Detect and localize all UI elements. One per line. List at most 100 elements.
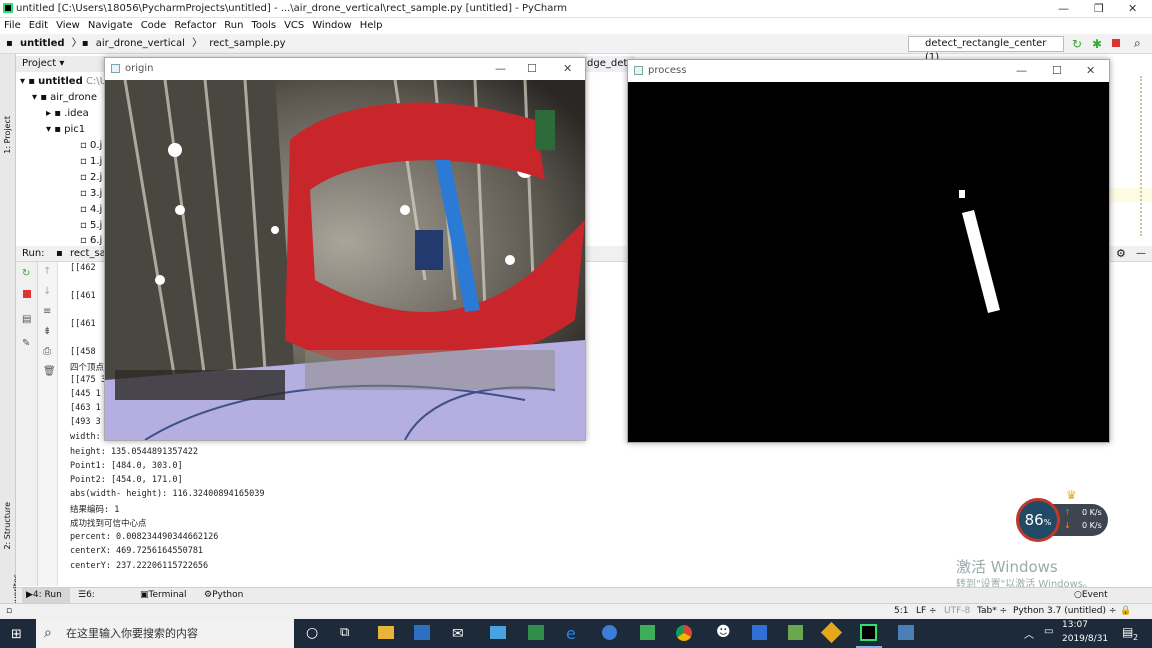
tree-item[interactable]: ▫ 5.j — [80, 220, 102, 231]
origin-window[interactable]: origin — ☐ ✕ — [104, 57, 586, 441]
layout-icon[interactable]: ▤ — [22, 314, 31, 325]
maximize-icon[interactable]: ☐ — [527, 58, 537, 80]
mail-icon[interactable]: ✉ — [452, 626, 464, 642]
event-log-button[interactable]: ○ Event Log — [1074, 588, 1108, 615]
opencv-icon — [111, 64, 120, 73]
menu-window[interactable]: Window — [308, 18, 355, 34]
lock-icon[interactable]: 🔒 — [1120, 604, 1131, 619]
scroll-end-icon[interactable]: ⇟ — [43, 326, 51, 337]
indent-setting[interactable]: Tab* ÷ — [977, 604, 1007, 619]
rerun-icon[interactable]: ↻ — [22, 268, 30, 279]
maximize-icon[interactable]: ☐ — [1052, 60, 1062, 82]
taskbar-search-input[interactable]: ⌕ 在这里输入你要搜索的内容 — [36, 619, 294, 648]
maximize-icon[interactable]: ❐ — [1094, 2, 1104, 15]
console-line: [[475 3 — [70, 375, 106, 385]
menu-run[interactable]: Run — [220, 18, 247, 34]
breadcrumb-folder[interactable]: air_drone_vertical — [96, 34, 185, 54]
status-bar: ▫ 5:1 LF ÷ UTF-8 Tab* ÷ Python 3.7 (unti… — [0, 603, 1152, 619]
app-icon[interactable] — [752, 625, 767, 640]
file-explorer-icon[interactable] — [378, 626, 394, 639]
tab-project[interactable]: 1: Project — [3, 116, 12, 154]
breadcrumb-project[interactable]: untitled — [20, 34, 65, 54]
tab-run[interactable]: ▶ 4: Run — [22, 588, 70, 603]
cortana-icon[interactable]: ○ — [306, 625, 318, 641]
project-header[interactable]: Project ▾ — [16, 56, 106, 72]
notification-icon[interactable]: ▤ — [1122, 625, 1133, 639]
wrap-icon[interactable]: ≡ — [43, 306, 51, 317]
rerun-icon[interactable]: ↻ — [1072, 37, 1082, 51]
chevron-up-icon[interactable]: ︿ — [1024, 626, 1034, 641]
file-encoding[interactable]: UTF-8 — [944, 604, 970, 619]
stop-icon[interactable] — [1112, 39, 1120, 47]
stop-icon[interactable] — [23, 290, 31, 298]
minimize-icon[interactable]: — — [495, 58, 506, 80]
tab-terminal[interactable]: ▣ Terminal — [140, 588, 187, 603]
close-icon[interactable]: ✕ — [1086, 60, 1095, 82]
tree-item[interactable]: ▫ 3.j — [80, 188, 102, 199]
menu-code[interactable]: Code — [137, 18, 171, 34]
app-icon[interactable] — [528, 625, 544, 640]
tab-run-label: 4: Run — [32, 590, 62, 600]
chrome-icon[interactable] — [676, 625, 692, 641]
app-icon[interactable] — [788, 625, 803, 640]
app-icon[interactable] — [490, 626, 506, 639]
clock-date[interactable]: 2019/8/31 — [1062, 634, 1108, 644]
down-arrow-icon[interactable]: ↓ — [43, 286, 51, 297]
tab-structure[interactable]: 2: Structure — [3, 502, 12, 550]
pycharm-taskbar-icon[interactable] — [860, 624, 877, 641]
menu-vcs[interactable]: VCS — [280, 18, 308, 34]
tree-item[interactable]: ▸ ▪ .idea — [46, 108, 89, 119]
python-taskbar-icon[interactable] — [898, 625, 914, 640]
layout-toggle-icon[interactable]: ▫ — [6, 604, 12, 619]
menu-view[interactable]: View — [52, 18, 84, 34]
clock-time[interactable]: 13:07 — [1062, 620, 1088, 630]
print-icon[interactable]: ⎙ — [43, 346, 51, 357]
menu-file[interactable]: File — [0, 18, 25, 34]
tree-item[interactable]: ▫ 1.j — [80, 156, 102, 167]
tree-item[interactable]: ▫ 2.j — [80, 172, 102, 183]
task-view-icon[interactable]: ⧉ — [340, 625, 349, 640]
process-window[interactable]: process — ☐ ✕ — [627, 59, 1110, 443]
cursor-position[interactable]: 5:1 — [894, 604, 908, 619]
breadcrumb-file[interactable]: rect_sample.py — [209, 34, 285, 54]
line-separator[interactable]: LF ÷ — [916, 604, 937, 619]
tree-item[interactable]: ▫ 4.j — [80, 204, 102, 215]
debug-icon[interactable]: ✱ — [1092, 37, 1102, 51]
menu-help[interactable]: Help — [356, 18, 387, 34]
menu-edit[interactable]: Edit — [25, 18, 52, 34]
tree-item[interactable]: ▾ ▪ pic1 — [46, 124, 85, 135]
minimize-icon[interactable]: — — [1058, 2, 1069, 15]
qq-icon[interactable]: ☻ — [716, 624, 731, 640]
search-icon[interactable]: ⌕ — [1134, 36, 1141, 51]
network-monitor-widget[interactable]: 86% ↑ ↓ 0 K/s 0 K/s ♛ — [1016, 488, 1108, 542]
menu-refactor[interactable]: Refactor — [170, 18, 220, 34]
tab-python-console[interactable]: ⚙ Python Console — [204, 588, 248, 615]
minimize-icon[interactable]: — — [1016, 60, 1027, 82]
edge-icon[interactable]: e — [566, 624, 576, 643]
python-interpreter[interactable]: Python 3.7 (untitled) ÷ — [1013, 604, 1116, 619]
app-icon[interactable] — [820, 621, 843, 644]
menu-navigate[interactable]: Navigate — [84, 18, 137, 34]
origin-window-titlebar[interactable]: origin — [105, 58, 585, 80]
globe-icon[interactable] — [602, 625, 617, 640]
tree-item[interactable]: ▾ ▪ untitled C:\U — [20, 76, 107, 87]
store-icon[interactable] — [414, 625, 430, 640]
pin-icon[interactable]: ✎ — [22, 338, 30, 349]
close-icon[interactable]: ✕ — [1128, 2, 1137, 15]
network-icon[interactable]: ▭ — [1044, 626, 1053, 637]
tree-label: air_drone — [50, 92, 98, 103]
tree-item[interactable]: ▾ ▪ air_drone — [32, 92, 97, 103]
app-icon[interactable] — [640, 625, 655, 640]
up-arrow-icon[interactable]: ↑ — [43, 266, 51, 277]
close-icon[interactable]: ✕ — [563, 58, 572, 80]
hide-icon[interactable]: — — [1136, 246, 1146, 262]
trash-icon[interactable]: 🗑 — [43, 366, 56, 377]
tree-item[interactable]: ▫ 6.j — [80, 235, 102, 246]
tree-item[interactable]: ▫ 0.j — [80, 140, 102, 151]
tab-todo[interactable]: ☰ 6: TODO — [78, 588, 113, 615]
menu-tools[interactable]: Tools — [247, 18, 280, 34]
windows-start-icon[interactable]: ⊞ — [11, 627, 22, 642]
run-config-select[interactable]: detect_rectangle_center (1) — [908, 36, 1064, 63]
process-window-titlebar[interactable]: process — [628, 60, 1109, 82]
gear-icon[interactable]: ⚙ — [1116, 246, 1126, 262]
